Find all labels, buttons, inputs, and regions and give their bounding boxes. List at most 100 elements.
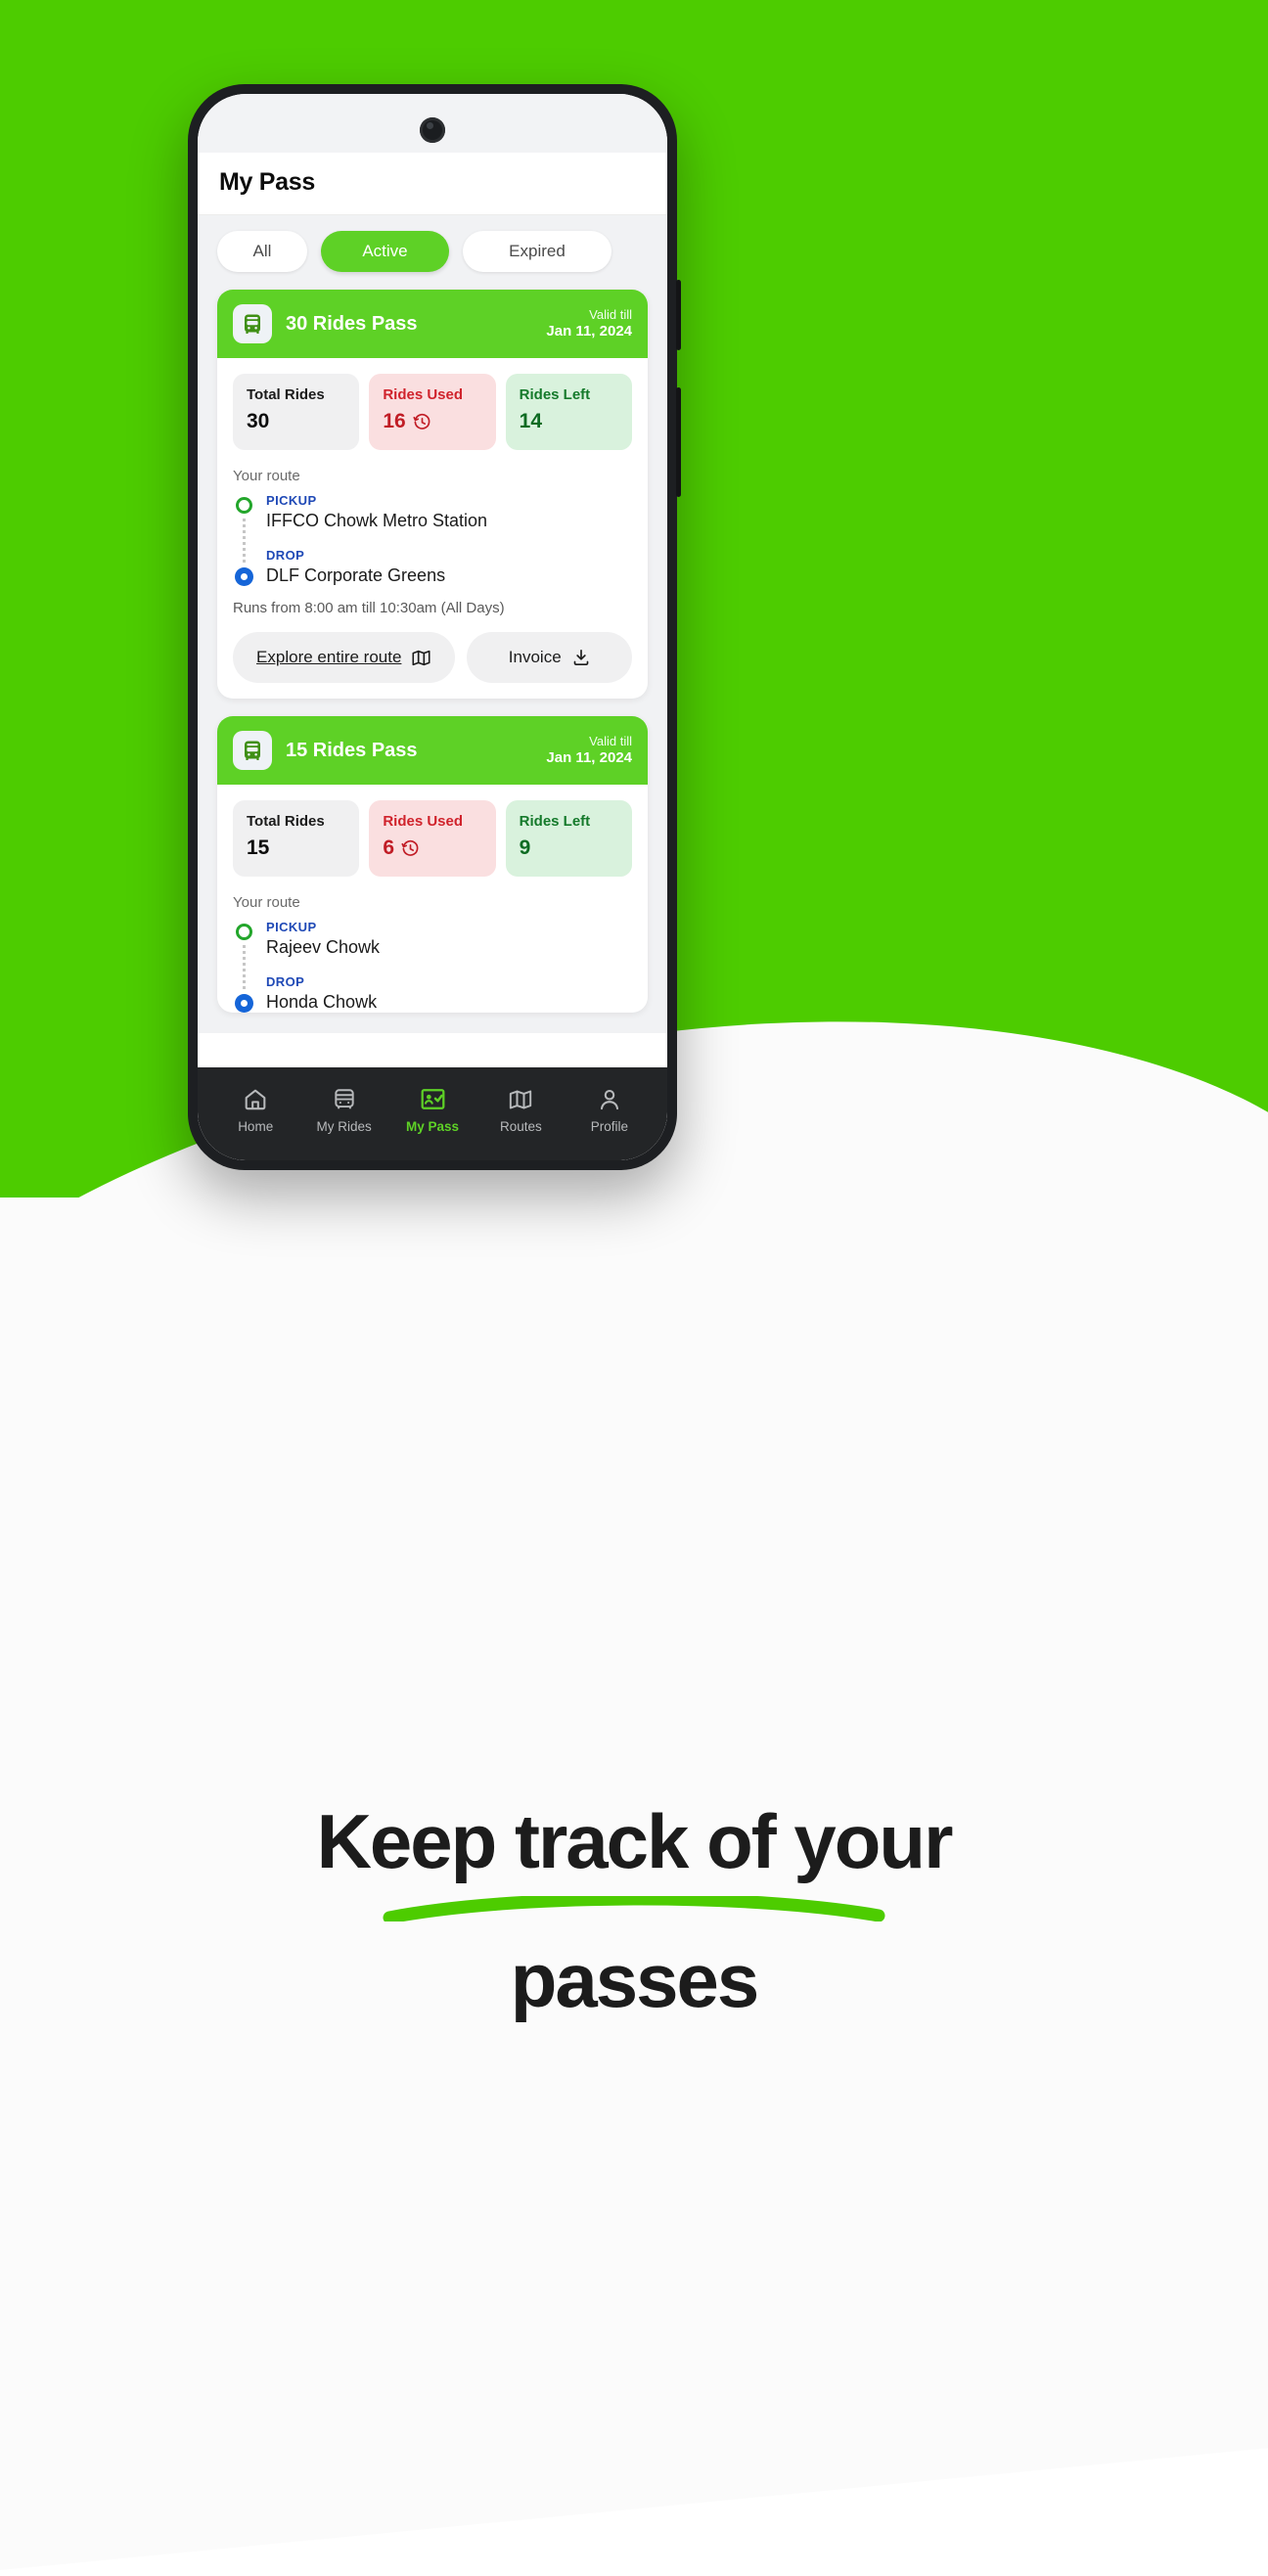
drop-name: Honda Chowk — [266, 992, 378, 1012]
stat-rides-used: Rides Used 16 — [369, 374, 496, 450]
marketing-caption: Keep track of your passes — [0, 1800, 1268, 2022]
pickup-block: PICKUP IFFCO Chowk Metro Station — [266, 493, 632, 531]
stat-label: Total Rides — [247, 813, 325, 830]
page-title: My Pass — [219, 168, 315, 196]
nav-label: My Rides — [316, 1118, 372, 1134]
explore-entire-route-button[interactable]: Explore entire route — [233, 632, 456, 683]
front-camera-icon — [420, 117, 445, 143]
drop-name: DLF Corporate Greens — [266, 565, 446, 585]
pass-card[interactable]: 15 Rides Pass Valid till Jan 11, 2024 To… — [217, 716, 648, 1013]
app-header: My Pass — [198, 153, 667, 215]
route-timeline — [233, 493, 254, 586]
stat-rides-used: Rides Used 6 — [369, 800, 496, 877]
route-section: Your route PICKUP Rajeev Chowk DROP Hond… — [217, 881, 648, 1013]
status-bar — [198, 94, 667, 153]
route-section: Your route PICKUP IFFCO Chowk Metro Stat… — [217, 454, 648, 586]
stat-number: 16 — [383, 410, 406, 432]
background-white-curve — [0, 965, 1268, 2576]
bus-icon — [233, 304, 272, 343]
pass-title: 15 Rides Pass — [286, 739, 418, 761]
pass-card-header: 30 Rides Pass Valid till Jan 11, 2024 — [217, 290, 648, 358]
route-texts: PICKUP IFFCO Chowk Metro Station DROP DL… — [266, 493, 632, 586]
pass-card-header: 15 Rides Pass Valid till Jan 11, 2024 — [217, 716, 648, 785]
pass-card[interactable]: 30 Rides Pass Valid till Jan 11, 2024 To… — [217, 290, 648, 699]
home-icon — [243, 1087, 268, 1112]
pass-actions: Explore entire route Invoice — [217, 616, 648, 699]
pass-list-scroll[interactable]: 30 Rides Pass Valid till Jan 11, 2024 To… — [198, 290, 667, 1033]
caption-underline-stroke — [383, 1896, 885, 1922]
stat-number: 9 — [519, 836, 531, 859]
stat-value: 14 — [520, 410, 618, 433]
explore-label: Explore entire route — [256, 648, 402, 666]
person-icon — [597, 1087, 622, 1112]
map-icon — [411, 648, 431, 668]
valid-till-date: Jan 11, 2024 — [546, 322, 632, 339]
phone-mockup: My Pass All Active Expired 30 Rides Pass… — [188, 84, 681, 1170]
drop-pin-icon — [234, 567, 253, 586]
stat-rides-left: Rides Left 9 — [505, 800, 632, 877]
stat-rides-left: Rides Left 14 — [505, 374, 632, 450]
stat-label: Total Rides — [247, 386, 325, 403]
route-heading: Your route — [233, 894, 300, 911]
pickup-label: PICKUP — [266, 920, 317, 934]
valid-till-label: Valid till — [589, 733, 632, 748]
download-icon — [571, 648, 591, 667]
route-dotted-line — [242, 519, 246, 563]
drop-label: DROP — [266, 548, 305, 563]
valid-till-date: Jan 11, 2024 — [546, 748, 632, 766]
map-icon — [508, 1087, 533, 1112]
bus-icon — [332, 1087, 357, 1112]
pickup-name: IFFCO Chowk Metro Station — [266, 511, 488, 530]
nav-label: Profile — [590, 1118, 628, 1134]
history-clock-icon — [401, 839, 420, 858]
pickup-name: Rajeev Chowk — [266, 937, 381, 957]
nav-item-routes[interactable]: Routes — [476, 1087, 565, 1134]
nav-item-my-rides[interactable]: My Rides — [299, 1087, 387, 1134]
pickup-label: PICKUP — [266, 493, 317, 508]
route-texts: PICKUP Rajeev Chowk DROP Honda Chowk — [266, 920, 632, 1013]
nav-label: Home — [238, 1118, 274, 1134]
route-heading: Your route — [233, 468, 300, 484]
stat-value: 30 — [247, 410, 345, 433]
pass-stats-row: Total Rides 15 Rides Used 6 Rides Left 9 — [217, 785, 648, 881]
pass-validity: Valid till Jan 11, 2024 — [546, 307, 632, 341]
runs-timing: Runs from 8:00 am till 10:30am (All Days… — [233, 600, 505, 616]
invoice-button[interactable]: Invoice — [467, 632, 632, 683]
nav-item-profile[interactable]: Profile — [566, 1087, 654, 1134]
stat-value: 6 — [383, 836, 481, 860]
drop-pin-icon — [234, 994, 253, 1013]
stat-label: Rides Used — [383, 813, 464, 830]
invoice-label: Invoice — [508, 648, 562, 666]
pass-stats-row: Total Rides 30 Rides Used 16 Rides Left … — [217, 358, 648, 454]
stat-value: 15 — [247, 836, 345, 860]
drop-block: DROP Honda Chowk — [266, 974, 632, 1013]
route-legs: PICKUP IFFCO Chowk Metro Station DROP DL… — [233, 493, 632, 586]
stat-value: 16 — [383, 410, 481, 433]
nav-item-my-pass[interactable]: My Pass — [388, 1086, 476, 1134]
tab-all[interactable]: All — [217, 231, 307, 272]
stat-total-rides: Total Rides 30 — [233, 374, 360, 450]
pass-id-icon — [420, 1086, 446, 1112]
pass-filter-tabs: All Active Expired — [198, 215, 667, 290]
nav-item-home[interactable]: Home — [211, 1087, 299, 1134]
pickup-block: PICKUP Rajeev Chowk — [266, 920, 632, 958]
tab-expired[interactable]: Expired — [463, 231, 611, 272]
phone-power-button — [676, 387, 681, 497]
phone-volume-button — [676, 280, 681, 350]
pass-validity: Valid till Jan 11, 2024 — [546, 734, 632, 768]
stat-label: Rides Left — [519, 813, 591, 830]
valid-till-label: Valid till — [589, 306, 632, 322]
pickup-dot-icon — [235, 924, 252, 940]
stat-number: 15 — [247, 836, 270, 859]
tab-active[interactable]: Active — [321, 231, 449, 272]
stat-label: Rides Used — [383, 386, 464, 403]
drop-block: DROP DLF Corporate Greens — [266, 548, 632, 586]
stat-number: 30 — [247, 410, 270, 432]
pass-title: 30 Rides Pass — [286, 312, 418, 335]
bus-icon — [233, 731, 272, 770]
nav-label: Routes — [500, 1118, 542, 1134]
stat-value: 9 — [520, 836, 618, 860]
stat-number: 6 — [383, 836, 395, 859]
bottom-navigation: Home My Rides My Pass Routes Profile — [198, 1067, 667, 1160]
route-dotted-line — [242, 945, 246, 989]
